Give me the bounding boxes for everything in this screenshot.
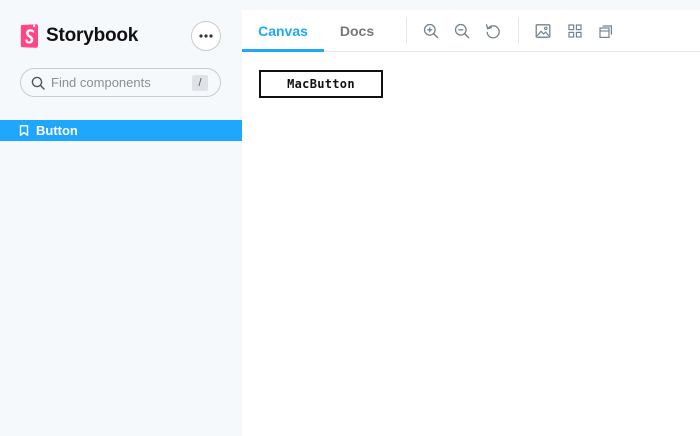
zoom-in-button[interactable] xyxy=(422,22,440,40)
sidebar: Storybook / Button xyxy=(0,0,242,436)
zoom-out-button[interactable] xyxy=(453,22,471,40)
reset-zoom-icon xyxy=(485,24,500,39)
brand-name: Storybook xyxy=(46,25,139,46)
viewport-icon xyxy=(599,25,612,38)
ellipsis-icon xyxy=(199,34,213,38)
sidebar-item-label: Button xyxy=(36,123,78,138)
more-options-button[interactable] xyxy=(191,21,221,51)
brand[interactable]: Storybook xyxy=(20,24,138,48)
tab-docs[interactable]: Docs xyxy=(324,10,390,52)
toolbar-divider xyxy=(406,18,407,44)
tab-canvas[interactable]: Canvas xyxy=(242,10,324,52)
grid-icon xyxy=(568,24,582,38)
grid-button[interactable] xyxy=(566,22,584,40)
mac-button[interactable]: MacButton xyxy=(259,70,383,98)
search-shortcut-badge: / xyxy=(192,75,208,91)
preview-panel: Canvas Docs MacButton xyxy=(242,10,700,436)
search-icon xyxy=(31,76,45,90)
background-icon xyxy=(535,24,551,38)
reset-zoom-button[interactable] xyxy=(484,22,502,40)
bookmark-icon xyxy=(19,125,29,136)
search-input[interactable] xyxy=(51,69,201,96)
sidebar-item-button[interactable]: Button xyxy=(0,120,242,141)
zoom-in-icon xyxy=(423,23,439,39)
storybook-app: Storybook / Button Canvas xyxy=(0,0,700,436)
canvas-area: MacButton xyxy=(242,53,700,436)
toolbar: Canvas Docs xyxy=(242,10,700,52)
search-box: / xyxy=(20,68,221,97)
storybook-logo-icon xyxy=(20,24,38,48)
zoom-out-icon xyxy=(454,23,470,39)
viewport-button[interactable] xyxy=(597,22,615,40)
background-button[interactable] xyxy=(534,22,552,40)
toolbar-divider xyxy=(518,18,519,44)
